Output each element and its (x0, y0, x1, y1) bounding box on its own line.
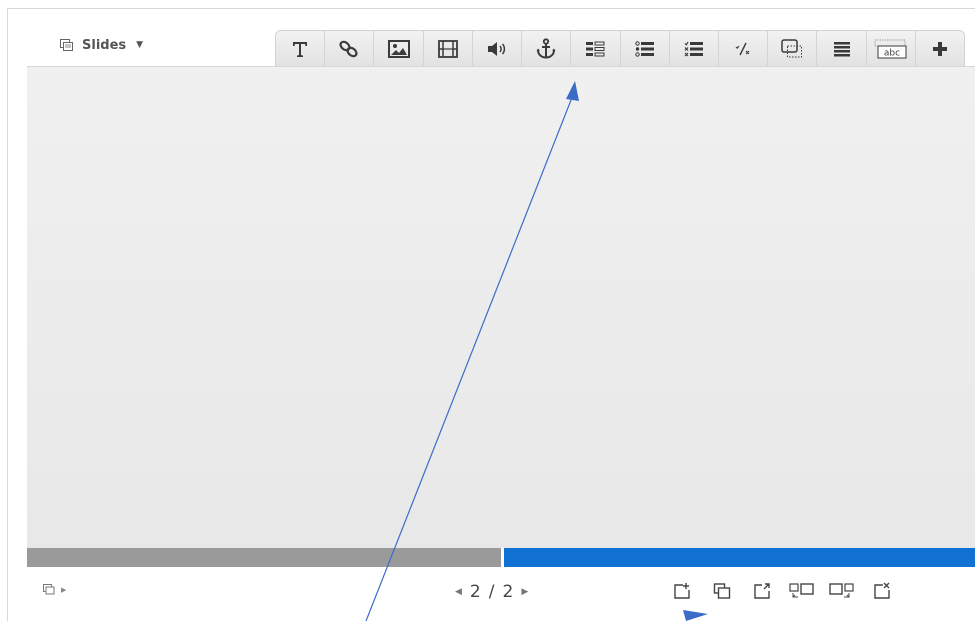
previous-slide-icon[interactable]: ◀ (455, 587, 462, 597)
fill-blank-button[interactable] (719, 31, 769, 66)
film-icon (437, 39, 458, 58)
add-slide-icon (674, 583, 690, 599)
speaker-icon (487, 41, 506, 56)
annotation-arrowhead-bottom (683, 610, 708, 621)
radio-list-icon (634, 40, 654, 57)
delete-slide-button[interactable] (862, 578, 902, 604)
chevron-down-icon: ▼ (136, 40, 144, 50)
delete-slide-icon (874, 582, 890, 599)
chevron-right-icon: ▶ (61, 585, 67, 594)
video-button[interactable] (424, 31, 473, 66)
slides-menu-label: Slides (82, 37, 127, 53)
form-fields-button[interactable] (571, 31, 621, 66)
move-slide-right-button[interactable] (822, 578, 862, 604)
insert-toolbar: abc (275, 30, 965, 66)
radio-list-button[interactable] (621, 31, 670, 66)
list-button[interactable] (817, 31, 867, 66)
fraction-icon (735, 42, 750, 55)
slide-progress-bar[interactable] (27, 548, 975, 567)
slide-progress-fill (501, 548, 975, 567)
slide-actions-toolbar (662, 578, 902, 604)
abc-label: abc (884, 48, 900, 58)
checkbox-list-button[interactable] (670, 31, 719, 66)
next-slide-icon[interactable]: ▶ (521, 587, 528, 597)
clone-slide-icon (713, 583, 731, 599)
slides-menu[interactable]: Slides ▼ (60, 34, 143, 56)
total-slides-number: 2 (502, 582, 514, 602)
anchor-button[interactable] (522, 31, 572, 66)
clone-slide-button[interactable] (702, 578, 742, 604)
add-slide-button[interactable] (662, 578, 702, 604)
import-slide-button[interactable] (742, 578, 782, 604)
text-input-button[interactable]: abc (867, 31, 916, 66)
form-fields-icon (586, 41, 605, 56)
list-icon (833, 41, 850, 56)
slides-icon (43, 584, 55, 595)
slides-icon (60, 39, 73, 51)
audio-button[interactable] (473, 31, 523, 66)
text-input-icon: abc (874, 39, 907, 58)
anchor-icon (536, 37, 556, 59)
slide-canvas[interactable] (27, 66, 975, 549)
checkbox-list-icon (684, 41, 703, 56)
text-icon (293, 41, 308, 57)
pager-separator: / (488, 582, 495, 602)
hotspot-icon (781, 38, 803, 57)
current-slide-number: 2 (469, 582, 481, 602)
move-slide-right-icon (829, 583, 854, 598)
slide-thumbnails-toggle[interactable]: ▶ (43, 584, 66, 595)
import-slide-icon (754, 583, 770, 599)
slide-pager: ◀ 2 / 2 ▶ (455, 582, 528, 602)
image-button[interactable] (374, 31, 424, 66)
link-icon (339, 40, 358, 57)
move-slide-left-button[interactable] (782, 578, 822, 604)
plus-icon (932, 41, 947, 56)
text-button[interactable] (276, 31, 326, 66)
more-button[interactable] (916, 31, 964, 66)
image-icon (387, 39, 410, 58)
hotspot-button[interactable] (768, 31, 818, 66)
move-slide-left-icon (789, 583, 814, 598)
link-button[interactable] (325, 31, 375, 66)
